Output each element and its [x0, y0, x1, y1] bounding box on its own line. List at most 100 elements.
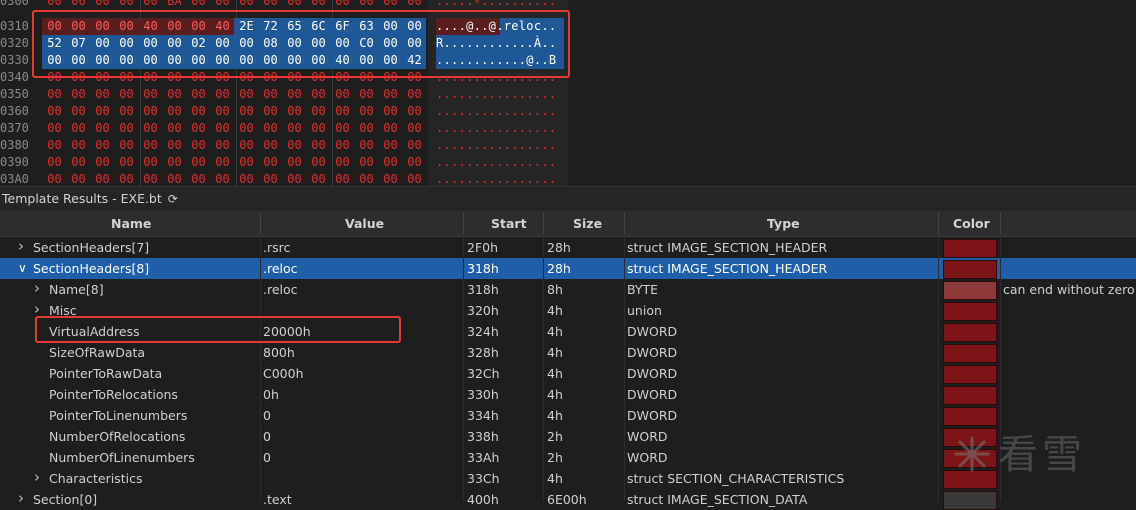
hex-byte[interactable]: 00	[405, 120, 424, 137]
hex-byte[interactable]: 00	[141, 0, 160, 10]
hex-byte[interactable]: 00	[261, 120, 280, 137]
hex-byte[interactable]: 00	[261, 137, 280, 154]
hex-byte[interactable]: 00	[213, 120, 232, 137]
column-header-size[interactable]: Size	[573, 216, 602, 231]
hex-byte[interactable]: 00	[69, 86, 88, 103]
hex-byte[interactable]: 00	[189, 137, 208, 154]
hex-byte[interactable]: 00	[261, 103, 280, 120]
hex-byte[interactable]: 00	[381, 171, 400, 186]
hex-ascii[interactable]: ................	[436, 120, 564, 137]
hex-byte[interactable]: 00	[45, 0, 64, 10]
hex-byte[interactable]: 00	[93, 86, 112, 103]
hex-byte[interactable]: 00	[93, 154, 112, 171]
hex-byte[interactable]: 00	[261, 0, 280, 10]
chevron-right-icon[interactable]: ›	[34, 279, 40, 297]
hex-ascii[interactable]: ................	[436, 171, 564, 186]
hex-byte[interactable]: 00	[189, 171, 208, 186]
hex-byte[interactable]: 00	[165, 171, 184, 186]
color-swatch[interactable]	[943, 386, 997, 405]
color-swatch[interactable]	[943, 344, 997, 363]
hex-byte[interactable]: 00	[309, 154, 328, 171]
hex-byte[interactable]: 00	[381, 103, 400, 120]
column-header-start[interactable]: Start	[491, 216, 527, 231]
hex-byte[interactable]: 00	[141, 171, 160, 186]
hex-byte[interactable]: 00	[93, 137, 112, 154]
hex-byte[interactable]: 00	[93, 103, 112, 120]
hex-byte[interactable]: 00	[189, 103, 208, 120]
hex-byte[interactable]: 00	[189, 86, 208, 103]
hex-byte[interactable]: 00	[237, 0, 256, 10]
hex-byte[interactable]: 00	[213, 86, 232, 103]
hex-byte[interactable]: 00	[213, 154, 232, 171]
hex-byte[interactable]: 00	[309, 103, 328, 120]
hex-byte[interactable]: 00	[381, 154, 400, 171]
color-swatch[interactable]	[943, 365, 997, 384]
hex-byte[interactable]: 00	[165, 103, 184, 120]
chevron-right-icon[interactable]: ›	[18, 489, 24, 507]
hex-byte[interactable]: 00	[237, 171, 256, 186]
template-row[interactable]: PointerToRawData C000h 32Ch 4h DWORD	[0, 363, 1136, 384]
hex-byte[interactable]: 00	[405, 103, 424, 120]
hex-byte[interactable]: 00	[357, 86, 376, 103]
hex-byte[interactable]: 00	[333, 120, 352, 137]
hex-row[interactable]: 03A0 00 00 00 00 00 00 00 00 00 00 00 00 00 00 00 00....…	[0, 171, 1136, 186]
hex-byte[interactable]: 00	[69, 154, 88, 171]
hex-byte[interactable]: 00	[309, 86, 328, 103]
hex-ascii[interactable]: ................	[436, 103, 564, 120]
hex-byte[interactable]: 00	[309, 137, 328, 154]
hex-byte[interactable]: 00	[117, 120, 136, 137]
hex-byte[interactable]: 00	[357, 120, 376, 137]
hex-byte[interactable]: BA	[165, 0, 184, 10]
hex-byte[interactable]: 00	[357, 137, 376, 154]
hex-byte[interactable]: 00	[285, 0, 304, 10]
hex-byte[interactable]: 00	[69, 103, 88, 120]
column-header-type[interactable]: Type	[767, 216, 800, 231]
hex-byte[interactable]: 00	[405, 0, 424, 10]
hex-byte[interactable]: 00	[237, 120, 256, 137]
hex-row[interactable]: 0360 00 00 00 00 00 00 00 00 00 00 00 00 00 00 00 00....…	[0, 103, 1136, 120]
hex-byte[interactable]: 00	[285, 103, 304, 120]
hex-byte[interactable]: 00	[309, 171, 328, 186]
hex-byte[interactable]: 00	[45, 86, 64, 103]
hex-byte[interactable]: 00	[333, 154, 352, 171]
hex-byte[interactable]: 00	[93, 120, 112, 137]
chevron-right-icon[interactable]: ›	[18, 237, 24, 255]
hex-byte[interactable]: 00	[237, 103, 256, 120]
hex-byte[interactable]: 00	[165, 154, 184, 171]
hex-byte[interactable]: 00	[333, 103, 352, 120]
hex-byte[interactable]: 00	[405, 86, 424, 103]
hex-byte[interactable]: 00	[309, 120, 328, 137]
hex-byte[interactable]: 00	[405, 171, 424, 186]
hex-byte[interactable]: 00	[333, 137, 352, 154]
hex-byte[interactable]: 00	[357, 154, 376, 171]
hex-byte[interactable]: 00	[285, 137, 304, 154]
hex-row[interactable]: 0370 00 00 00 00 00 00 00 00 00 00 00 00 00 00 00 00....…	[0, 120, 1136, 137]
hex-byte[interactable]: 00	[45, 137, 64, 154]
hex-ascii[interactable]: .....º..........	[436, 0, 564, 10]
hex-byte[interactable]: 00	[405, 154, 424, 171]
chevron-right-icon[interactable]: ›	[34, 468, 40, 486]
template-row[interactable]: › Name[8] .reloc 318h 8h BYTE can end without …	[0, 279, 1136, 300]
hex-byte[interactable]: 00	[285, 86, 304, 103]
hex-ascii[interactable]: ................	[436, 154, 564, 171]
hex-byte[interactable]: 06	[69, 0, 88, 10]
color-swatch[interactable]	[943, 323, 997, 342]
hex-byte[interactable]: 00	[93, 0, 112, 10]
hex-byte[interactable]: 00	[117, 103, 136, 120]
hex-byte[interactable]: 00	[357, 0, 376, 10]
hex-byte[interactable]: 00	[261, 171, 280, 186]
hex-byte[interactable]: 00	[165, 120, 184, 137]
hex-byte[interactable]: 00	[357, 171, 376, 186]
hex-byte[interactable]: 00	[333, 86, 352, 103]
hex-byte[interactable]: 00	[285, 120, 304, 137]
hex-byte[interactable]: 00	[213, 137, 232, 154]
hex-byte[interactable]: 00	[141, 103, 160, 120]
column-header-color[interactable]: Color	[953, 216, 990, 231]
hex-byte[interactable]: 00	[117, 154, 136, 171]
color-swatch[interactable]	[943, 239, 997, 258]
hex-byte[interactable]: 00	[237, 154, 256, 171]
hex-byte[interactable]: 00	[189, 0, 208, 10]
template-row[interactable]: › Section[0] .text 400h 6E00h struct IMAGE_SE…	[0, 489, 1136, 510]
hex-byte[interactable]: 00	[69, 137, 88, 154]
color-swatch[interactable]	[943, 302, 997, 321]
